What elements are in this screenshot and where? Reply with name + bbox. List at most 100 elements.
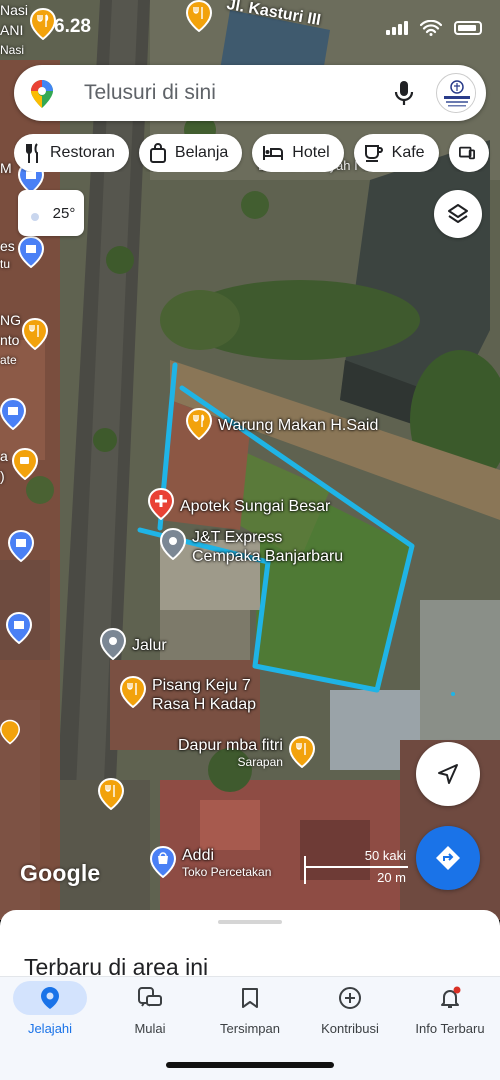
scale-tick xyxy=(304,856,306,866)
nav-tersimpan[interactable]: Tersimpan xyxy=(200,981,300,1051)
poi-warung-makan[interactable]: Warung Makan H.Said xyxy=(186,408,378,440)
poi-label: Pisang Keju 7 xyxy=(152,677,251,694)
shopping-pin-icon[interactable] xyxy=(8,530,34,562)
bottom-sheet[interactable]: Terbaru di area ini xyxy=(0,910,500,980)
fork-knife-icon xyxy=(26,143,38,163)
weather-badge[interactable]: 25° xyxy=(18,190,84,236)
layers-icon xyxy=(448,204,468,223)
poi-label: Jalur xyxy=(132,637,167,654)
chip-label: Restoran xyxy=(50,144,115,161)
poi-addi[interactable]: Addi Toko Percetakan xyxy=(150,846,271,879)
status-icons xyxy=(386,20,482,36)
restaurant-icon[interactable] xyxy=(98,778,124,810)
poi-label-line2: Cempaka Banjarbaru xyxy=(192,548,344,565)
status-time: 6.28 xyxy=(54,16,91,37)
edge-label: tu xyxy=(0,257,11,271)
avatar[interactable] xyxy=(436,73,476,113)
nav-label: Mulai xyxy=(134,1021,166,1036)
cellular-signal-icon xyxy=(386,21,408,35)
poi-jalur[interactable]: Jalur xyxy=(100,628,167,660)
search-input[interactable]: Telusuri di sini xyxy=(84,81,216,105)
edge-label: M xyxy=(0,160,12,176)
poi-label: Dapur mba fitri xyxy=(178,737,283,754)
scale-metric: 20 m xyxy=(377,870,406,885)
nav-kontribusi[interactable]: Kontribusi xyxy=(300,981,400,1051)
coffee-cup-icon xyxy=(364,145,383,162)
nav-label: Jelajahi xyxy=(27,1021,73,1036)
scale-bar xyxy=(304,866,408,868)
directions-button[interactable] xyxy=(416,826,480,890)
battery-icon xyxy=(454,21,482,35)
edge-label: es xyxy=(0,238,15,254)
edge-label: NG xyxy=(0,312,21,328)
chip-kafe[interactable]: Kafe xyxy=(353,134,439,172)
profile-logo-icon xyxy=(438,75,475,112)
nav-label: Tersimpan xyxy=(220,1021,280,1036)
poi-dapur-mba-fitri[interactable]: Dapur mba fitri Sarapan xyxy=(178,736,315,769)
restaurant-icon xyxy=(186,408,212,440)
google-maps-pin-icon xyxy=(31,80,53,108)
coffee-pin-icon[interactable] xyxy=(0,716,20,748)
search-bar[interactable]: Telusuri di sini xyxy=(14,65,486,121)
edge-label: nto xyxy=(0,332,20,348)
location-pin-icon xyxy=(160,528,186,560)
restaurant-icon xyxy=(120,676,146,708)
poi-label: Addi xyxy=(182,847,215,864)
restaurant-icon[interactable] xyxy=(22,318,48,350)
poi-pisang-keju[interactable]: Pisang Keju 7 Rasa H Kadap xyxy=(120,676,256,714)
shopping-bag-icon xyxy=(149,143,166,163)
map-scale: 50 kaki 20 m xyxy=(304,848,408,888)
chip-belanja[interactable]: Belanja xyxy=(138,134,243,172)
poi-apotek[interactable]: Apotek Sungai Besar xyxy=(148,488,330,520)
google-logo: Google xyxy=(20,860,101,886)
directions-icon xyxy=(436,846,460,870)
poi-jnt-express[interactable]: J&T Express Cempaka Banjarbaru xyxy=(160,528,343,566)
night-cloud-icon xyxy=(30,205,39,221)
poi-label: J&T Express xyxy=(192,529,283,546)
chip-more[interactable] xyxy=(448,134,489,172)
temperature: 25° xyxy=(52,204,76,222)
navigation-arrow-icon xyxy=(438,764,458,784)
poi-label: Apotek Sungai Besar xyxy=(180,498,331,515)
chip-hotel[interactable]: Hotel xyxy=(252,134,344,172)
edge-label: ) xyxy=(0,468,5,484)
restaurant-icon xyxy=(288,736,315,768)
edge-label: ate xyxy=(0,353,17,367)
chip-label: Belanja xyxy=(174,144,229,161)
commute-car-icon xyxy=(138,987,162,1007)
nav-mulai[interactable]: Mulai xyxy=(100,981,200,1051)
edge-label: a xyxy=(0,448,8,464)
coffee-pin-icon[interactable] xyxy=(12,448,38,480)
layers-button[interactable] xyxy=(434,190,482,238)
explore-pin-icon xyxy=(41,987,59,1009)
scale-tick xyxy=(304,868,306,884)
shopping-pin-icon[interactable] xyxy=(6,612,32,644)
poi-category: Toko Percetakan xyxy=(182,865,272,879)
poi-label: Warung Makan H.Said xyxy=(218,417,379,434)
bookmark-icon xyxy=(242,988,258,1008)
category-chips: Restoran Belanja Hotel Kafe xyxy=(14,134,500,172)
devices-icon xyxy=(458,146,475,160)
chip-restoran[interactable]: Restoran xyxy=(14,134,129,172)
shopping-pin-icon[interactable] xyxy=(18,236,44,268)
nav-active-indicator xyxy=(13,981,87,1015)
status-bar: 6.28 xyxy=(0,10,500,46)
add-circle-icon xyxy=(339,987,361,1009)
my-location-button[interactable] xyxy=(416,742,480,806)
chip-label: Hotel xyxy=(292,144,330,161)
nav-jelajahi[interactable]: Jelajahi xyxy=(0,981,100,1051)
wifi-icon xyxy=(420,20,442,36)
nav-label: Kontribusi xyxy=(321,1021,379,1036)
scale-imperial: 50 kaki xyxy=(364,848,406,863)
poi-label-line2: Rasa H Kadap xyxy=(152,696,257,713)
bell-icon xyxy=(441,986,461,1008)
nav-info-terbaru[interactable]: Info Terbaru xyxy=(400,981,500,1051)
shopping-pin-icon xyxy=(150,846,176,878)
location-pin-icon xyxy=(100,628,126,660)
sheet-drag-handle[interactable] xyxy=(218,920,282,924)
microphone-icon[interactable] xyxy=(394,79,414,107)
chip-label: Kafe xyxy=(391,144,425,161)
nav-label: Info Terbaru xyxy=(415,1021,485,1036)
pharmacy-icon xyxy=(148,488,174,520)
shopping-pin-icon[interactable] xyxy=(0,398,26,430)
